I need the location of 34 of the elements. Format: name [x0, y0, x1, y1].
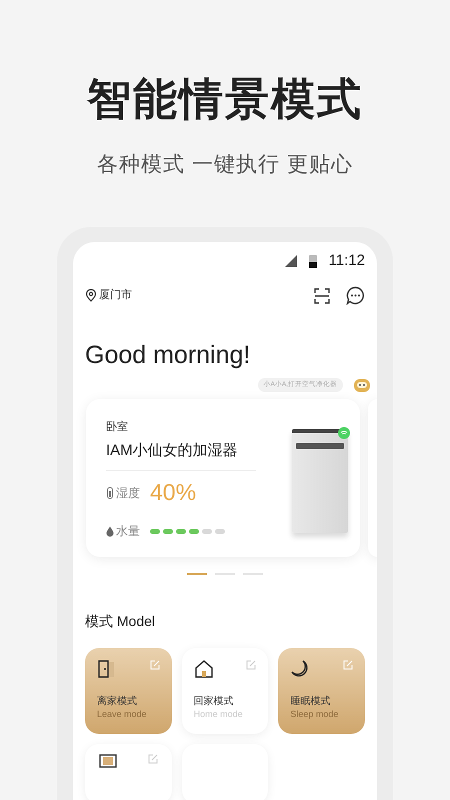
mode-title: 回家模式 [194, 696, 235, 708]
battery-icon [308, 254, 317, 268]
edit-icon[interactable] [246, 660, 256, 670]
mode-title: 离家模式 [97, 696, 138, 708]
mode-card[interactable]: 睡眠模式 Sleep mode [278, 648, 365, 734]
screen-icon [99, 754, 117, 768]
water-drop-icon [106, 526, 114, 536]
moon-icon [290, 660, 310, 678]
status-time: 11:12 [328, 250, 365, 271]
mode-subtitle: Leave mode [97, 708, 148, 720]
robot-assistant-icon[interactable] [353, 377, 371, 393]
device-name: IAM小仙女的加湿器 [106, 440, 239, 460]
water-label: 水量 [116, 523, 140, 540]
house-icon [194, 660, 214, 678]
location-label[interactable]: 厦门市 [99, 287, 132, 304]
subtitle: 各种模式 一键执行 更贴心 [97, 154, 353, 175]
chat-bubble-icon[interactable] [346, 286, 365, 305]
mode-subtitle: Sleep mode [290, 708, 340, 720]
door-icon [97, 660, 117, 678]
thermometer-icon [106, 486, 114, 498]
device-card[interactable]: 卧室 IAM小仙女的加湿器 湿度 40% 水量 [86, 399, 360, 557]
greeting-title: Good morning! [85, 343, 252, 368]
room-label: 卧室 [106, 420, 129, 435]
headline: 智能情景模式 [87, 78, 363, 122]
location-pin-icon [85, 289, 97, 302]
section-title: 模式 Model [85, 612, 156, 631]
scan-icon[interactable] [314, 288, 330, 304]
humidity-label: 湿度 [116, 484, 140, 502]
signal-icon [284, 255, 297, 267]
edit-icon[interactable] [148, 754, 158, 764]
mode-card[interactable]: 离家模式 Leave mode [85, 648, 172, 734]
mode-card[interactable] [85, 744, 172, 800]
mode-title: 睡眠模式 [290, 696, 332, 708]
humidity-value: 40% [150, 481, 196, 504]
